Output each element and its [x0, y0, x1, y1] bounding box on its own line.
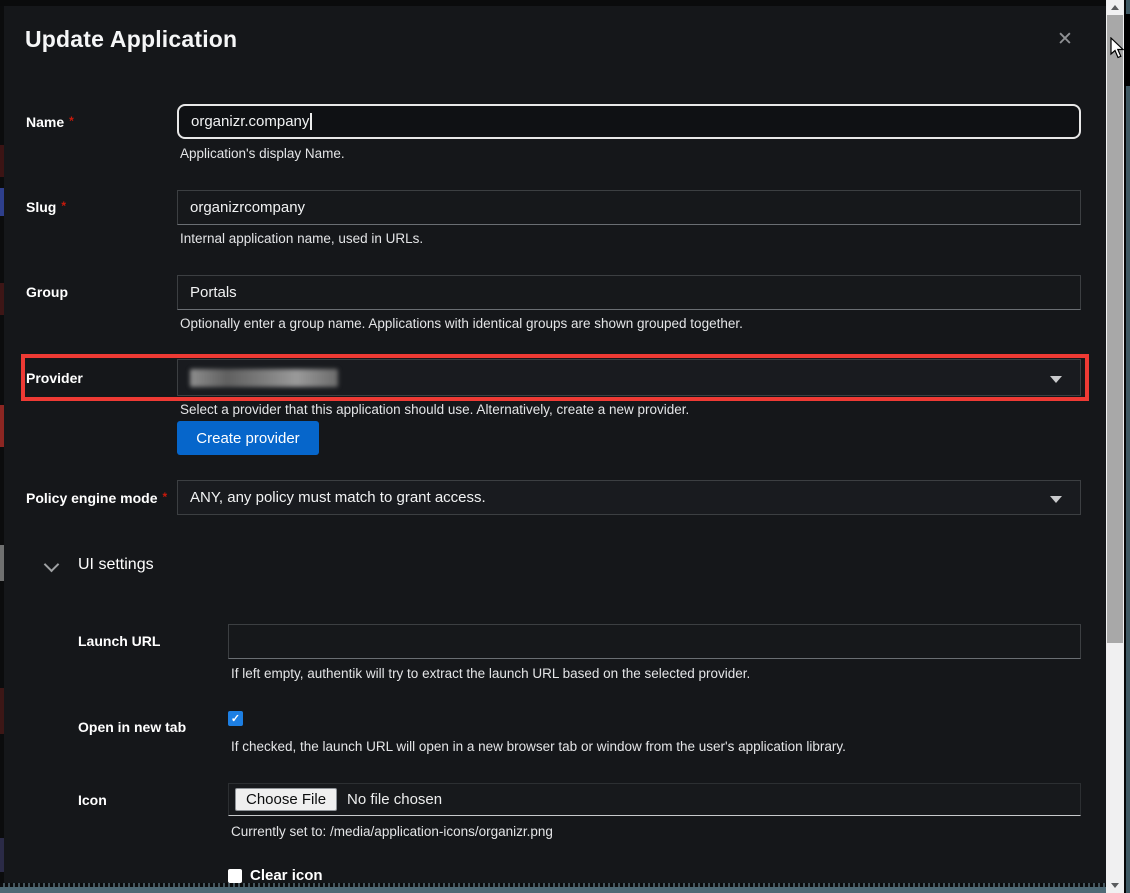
provider-select[interactable]	[177, 359, 1081, 396]
chevron-down-icon[interactable]	[44, 557, 60, 573]
required-asterisk: *	[69, 114, 74, 128]
chevron-down-icon	[1050, 496, 1062, 503]
choose-file-button[interactable]: Choose File	[235, 788, 337, 811]
clear-icon-checkbox[interactable]	[228, 869, 242, 883]
outer-scrollbar-thumb[interactable]	[1124, 14, 1130, 86]
scrollbar-thumb[interactable]	[1107, 15, 1123, 643]
background-sliver	[0, 688, 4, 734]
check-icon: ✓	[231, 712, 240, 725]
close-icon[interactable]: ✕	[1057, 30, 1073, 49]
background-sliver	[0, 545, 4, 581]
slug-input[interactable]: organizrcompany	[177, 190, 1081, 225]
scroll-up-button[interactable]	[1106, 0, 1124, 15]
provider-label: Provider	[26, 370, 83, 386]
name-label: Name*	[26, 114, 74, 130]
clear-icon-label: Clear icon	[250, 867, 323, 884]
required-asterisk: *	[61, 199, 66, 213]
slug-help-text: Internal application name, used in URLs.	[180, 231, 423, 246]
page-title: Update Application	[25, 26, 237, 53]
redacted-provider-value	[190, 369, 338, 387]
provider-help-text: Select a provider that this application …	[180, 402, 689, 417]
triangle-up-icon	[1111, 5, 1119, 10]
background-sliver	[0, 283, 4, 315]
icon-current-help-text: Currently set to: /media/application-ico…	[231, 824, 553, 839]
open-in-new-tab-checkbox[interactable]: ✓	[228, 711, 243, 726]
background-sliver	[0, 188, 4, 216]
group-help-text: Optionally enter a group name. Applicati…	[180, 316, 743, 331]
launch-url-help-text: If left empty, authentik will try to ext…	[231, 666, 750, 681]
triangle-down-icon	[1111, 883, 1119, 888]
launch-url-label: Launch URL	[78, 633, 160, 649]
update-application-modal: Update Application ✕ Name* organizr.comp…	[0, 0, 1130, 893]
open-in-new-tab-label: Open in new tab	[78, 719, 186, 735]
name-input[interactable]: organizr.company	[177, 104, 1081, 139]
policy-engine-mode-select[interactable]: ANY, any policy must match to grant acce…	[177, 480, 1081, 515]
background-sliver	[0, 405, 4, 447]
page-top-edge	[0, 0, 1130, 6]
group-input[interactable]: Portals	[177, 275, 1081, 310]
launch-url-input[interactable]	[228, 624, 1081, 659]
file-chosen-status: No file chosen	[347, 791, 442, 808]
slug-label: Slug*	[26, 199, 66, 215]
chevron-down-icon	[1050, 376, 1062, 383]
page-bottom-edge	[0, 887, 1130, 893]
name-help-text: Application's display Name.	[180, 146, 345, 161]
scroll-down-button[interactable]	[1106, 878, 1124, 893]
outer-scrollbar-divider	[1124, 0, 1126, 893]
icon-label: Icon	[78, 792, 107, 808]
icon-file-input[interactable]: Choose File No file chosen	[228, 783, 1081, 816]
background-sliver	[0, 145, 4, 177]
policy-engine-mode-label: Policy engine mode*	[26, 490, 167, 506]
page-left-edge	[0, 6, 4, 883]
open-in-new-tab-help-text: If checked, the launch URL will open in …	[231, 739, 846, 754]
background-sliver	[0, 838, 4, 872]
modal-scrollbar[interactable]	[1106, 0, 1124, 893]
required-asterisk: *	[162, 490, 167, 504]
text-cursor	[310, 113, 312, 130]
ui-settings-section-header[interactable]: UI settings	[78, 556, 154, 574]
create-provider-button[interactable]: Create provider	[177, 421, 319, 455]
group-label: Group	[26, 284, 68, 300]
